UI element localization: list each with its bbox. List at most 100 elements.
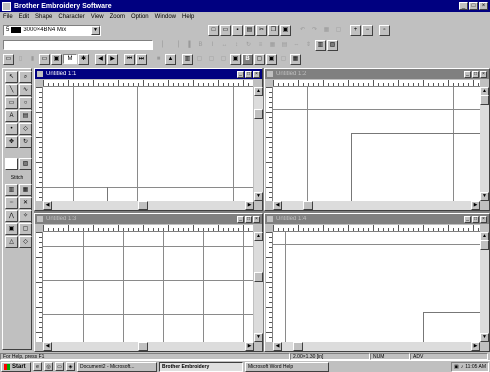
mode-button-4[interactable]: ▭ [39,53,50,65]
close-button[interactable]: × [253,70,260,78]
view-7-button[interactable]: ▢ [278,53,289,65]
child-title-bar[interactable]: Untitled 1:1 _ □ × [35,69,262,79]
scroll-down-arrow[interactable]: ▼ [254,333,263,342]
bold-button[interactable]: B [195,39,206,51]
scroll-up-arrow[interactable]: ▲ [254,232,263,241]
layout-button-b[interactable]: ▧ [327,39,338,51]
view-6-button[interactable]: ▣ [266,53,277,65]
rotate-tool-icon[interactable]: ↻ [19,136,32,148]
properties-button[interactable]: ▫ [379,24,390,36]
align-left-button[interactable]: ▏ [159,39,170,51]
scroll-up-arrow[interactable]: ▲ [254,87,263,96]
move-tool-icon[interactable]: ✥ [5,136,18,148]
open-folder-button[interactable]: ▭ [220,24,231,36]
menu-file[interactable]: File [3,14,13,20]
scroll-thumb[interactable] [138,201,148,210]
triangle-stitch-icon[interactable]: △ [5,236,18,248]
chevron-down-icon[interactable]: ▼ [91,25,100,35]
stop-button[interactable]: ■ [153,53,164,65]
fill-tool-icon[interactable]: ▤ [19,110,32,122]
scroll-left-arrow[interactable]: ◀ [43,342,52,351]
scroll-thumb[interactable] [138,342,148,351]
task-brother-embroidery[interactable]: Brother Embroidery [159,361,243,372]
maximize-button[interactable]: □ [245,70,252,78]
save-button[interactable]: ▪ [232,24,243,36]
color-picker-icon[interactable]: ▨ [19,158,32,170]
diamond-stitch-icon[interactable]: ◇ [19,236,32,248]
height-button[interactable]: ↕ [231,39,242,51]
stitch-count-field[interactable]: M [63,54,77,64]
layout-button-a[interactable]: ▥ [315,39,326,51]
minimize-button[interactable]: _ [464,215,471,223]
scroll-right-arrow[interactable]: ▶ [471,342,480,351]
view-1-button[interactable]: ▢ [194,53,205,65]
direction-button[interactable]: ↻ [243,39,254,51]
stitch-settings-button[interactable]: ✱ [78,53,89,65]
menu-character[interactable]: Character [58,14,84,20]
prev-stitch-button[interactable]: ◀ [95,53,106,65]
paste-button[interactable]: ▣ [280,24,291,36]
child-title-bar[interactable]: Untitled 1:3 _ □ × [35,214,262,224]
stitch-simulator-icon[interactable]: ▣ [51,53,62,65]
scroll-down-arrow[interactable]: ▼ [480,192,489,201]
design-canvas[interactable] [273,232,480,342]
menu-help[interactable]: Help [182,14,194,20]
vertical-scrollbar[interactable]: ▲ ▼ [480,232,489,342]
scroll-down-arrow[interactable]: ▼ [480,333,489,342]
grid-toggle-button[interactable]: ▦ [321,24,332,36]
task-word-help[interactable]: Microsoft Word Help [245,361,329,372]
view-real-button[interactable]: ▥ [182,53,193,65]
copy-button[interactable]: ❐ [268,24,279,36]
scroll-thumb[interactable] [254,109,263,119]
tray-icon-2[interactable]: ♪ [461,364,464,370]
fill-stitch-icon[interactable]: ▦ [19,184,32,196]
new-file-button[interactable]: □ [208,24,219,36]
close-button[interactable]: × [480,70,487,78]
zoom-icon[interactable]: ⌕ [19,71,32,83]
zoom-in-button[interactable]: + [350,24,361,36]
view-3-button[interactable]: ▢ [218,53,229,65]
design-canvas[interactable] [43,232,253,342]
node-tool-icon[interactable]: ◇ [19,123,32,135]
design-canvas[interactable] [43,87,253,201]
scroll-thumb[interactable] [480,240,489,250]
child-title-bar[interactable]: Untitled 1:2 _ □ × [265,69,489,79]
child-title-bar[interactable]: Untitled 1:4 _ □ × [265,214,489,224]
scroll-thumb[interactable] [303,201,313,210]
spacing-button[interactable]: ↔ [219,39,230,51]
print-button[interactable]: ▤ [244,24,255,36]
scroll-left-arrow[interactable]: ◀ [273,201,282,210]
tray-icon-1[interactable]: ▣ [454,364,459,370]
minimize-button[interactable]: _ [464,70,471,78]
undo-button[interactable]: ↶ [297,24,308,36]
hoop-size-combo[interactable]: 5 3000×4BN4 Mix ▼ [3,24,101,36]
horizontal-scrollbar[interactable]: ◀ ▶ [43,342,254,351]
design-window-2[interactable]: Untitled 1:2 _ □ × ▲ ▼ ◀ ▶ [264,68,490,211]
view-4-button[interactable]: ▣ [230,53,241,65]
pattern-button[interactable]: ▦ [267,39,278,51]
scroll-thumb[interactable] [480,95,489,105]
vertical-scrollbar[interactable]: ▲ ▼ [254,232,263,342]
scroll-right-arrow[interactable]: ▶ [471,201,480,210]
horizontal-scrollbar[interactable]: ◀ ▶ [43,201,254,210]
scroll-thumb[interactable] [254,272,263,282]
quick-launch-outlook-icon[interactable]: ◎ [44,362,53,371]
maximize-button[interactable]: □ [472,215,479,223]
scroll-down-arrow[interactable]: ▼ [254,192,263,201]
view-5-button[interactable]: ▢ [254,53,265,65]
text-tool-icon[interactable]: A [5,110,18,122]
horizontal-scrollbar[interactable]: ◀ ▶ [273,342,480,351]
align-right-button[interactable]: ▐ [183,39,194,51]
close-button[interactable]: × [479,2,488,10]
mode-button-1[interactable]: ▭ [3,53,14,65]
rect-tool-icon[interactable]: ▭ [5,97,18,109]
cross-stitch-icon[interactable]: ✕ [19,197,32,209]
minimize-button[interactable]: _ [237,215,244,223]
select-arrow-icon[interactable]: ↖ [5,71,18,83]
underlay-button[interactable]: ▤ [279,39,290,51]
scroll-left-arrow[interactable]: ◀ [273,342,282,351]
scroll-left-arrow[interactable]: ◀ [43,201,52,210]
ellipse-tool-icon[interactable]: ○ [19,97,32,109]
cut-button[interactable]: ✂ [256,24,267,36]
quick-launch-desktop-icon[interactable]: ▭ [55,362,64,371]
